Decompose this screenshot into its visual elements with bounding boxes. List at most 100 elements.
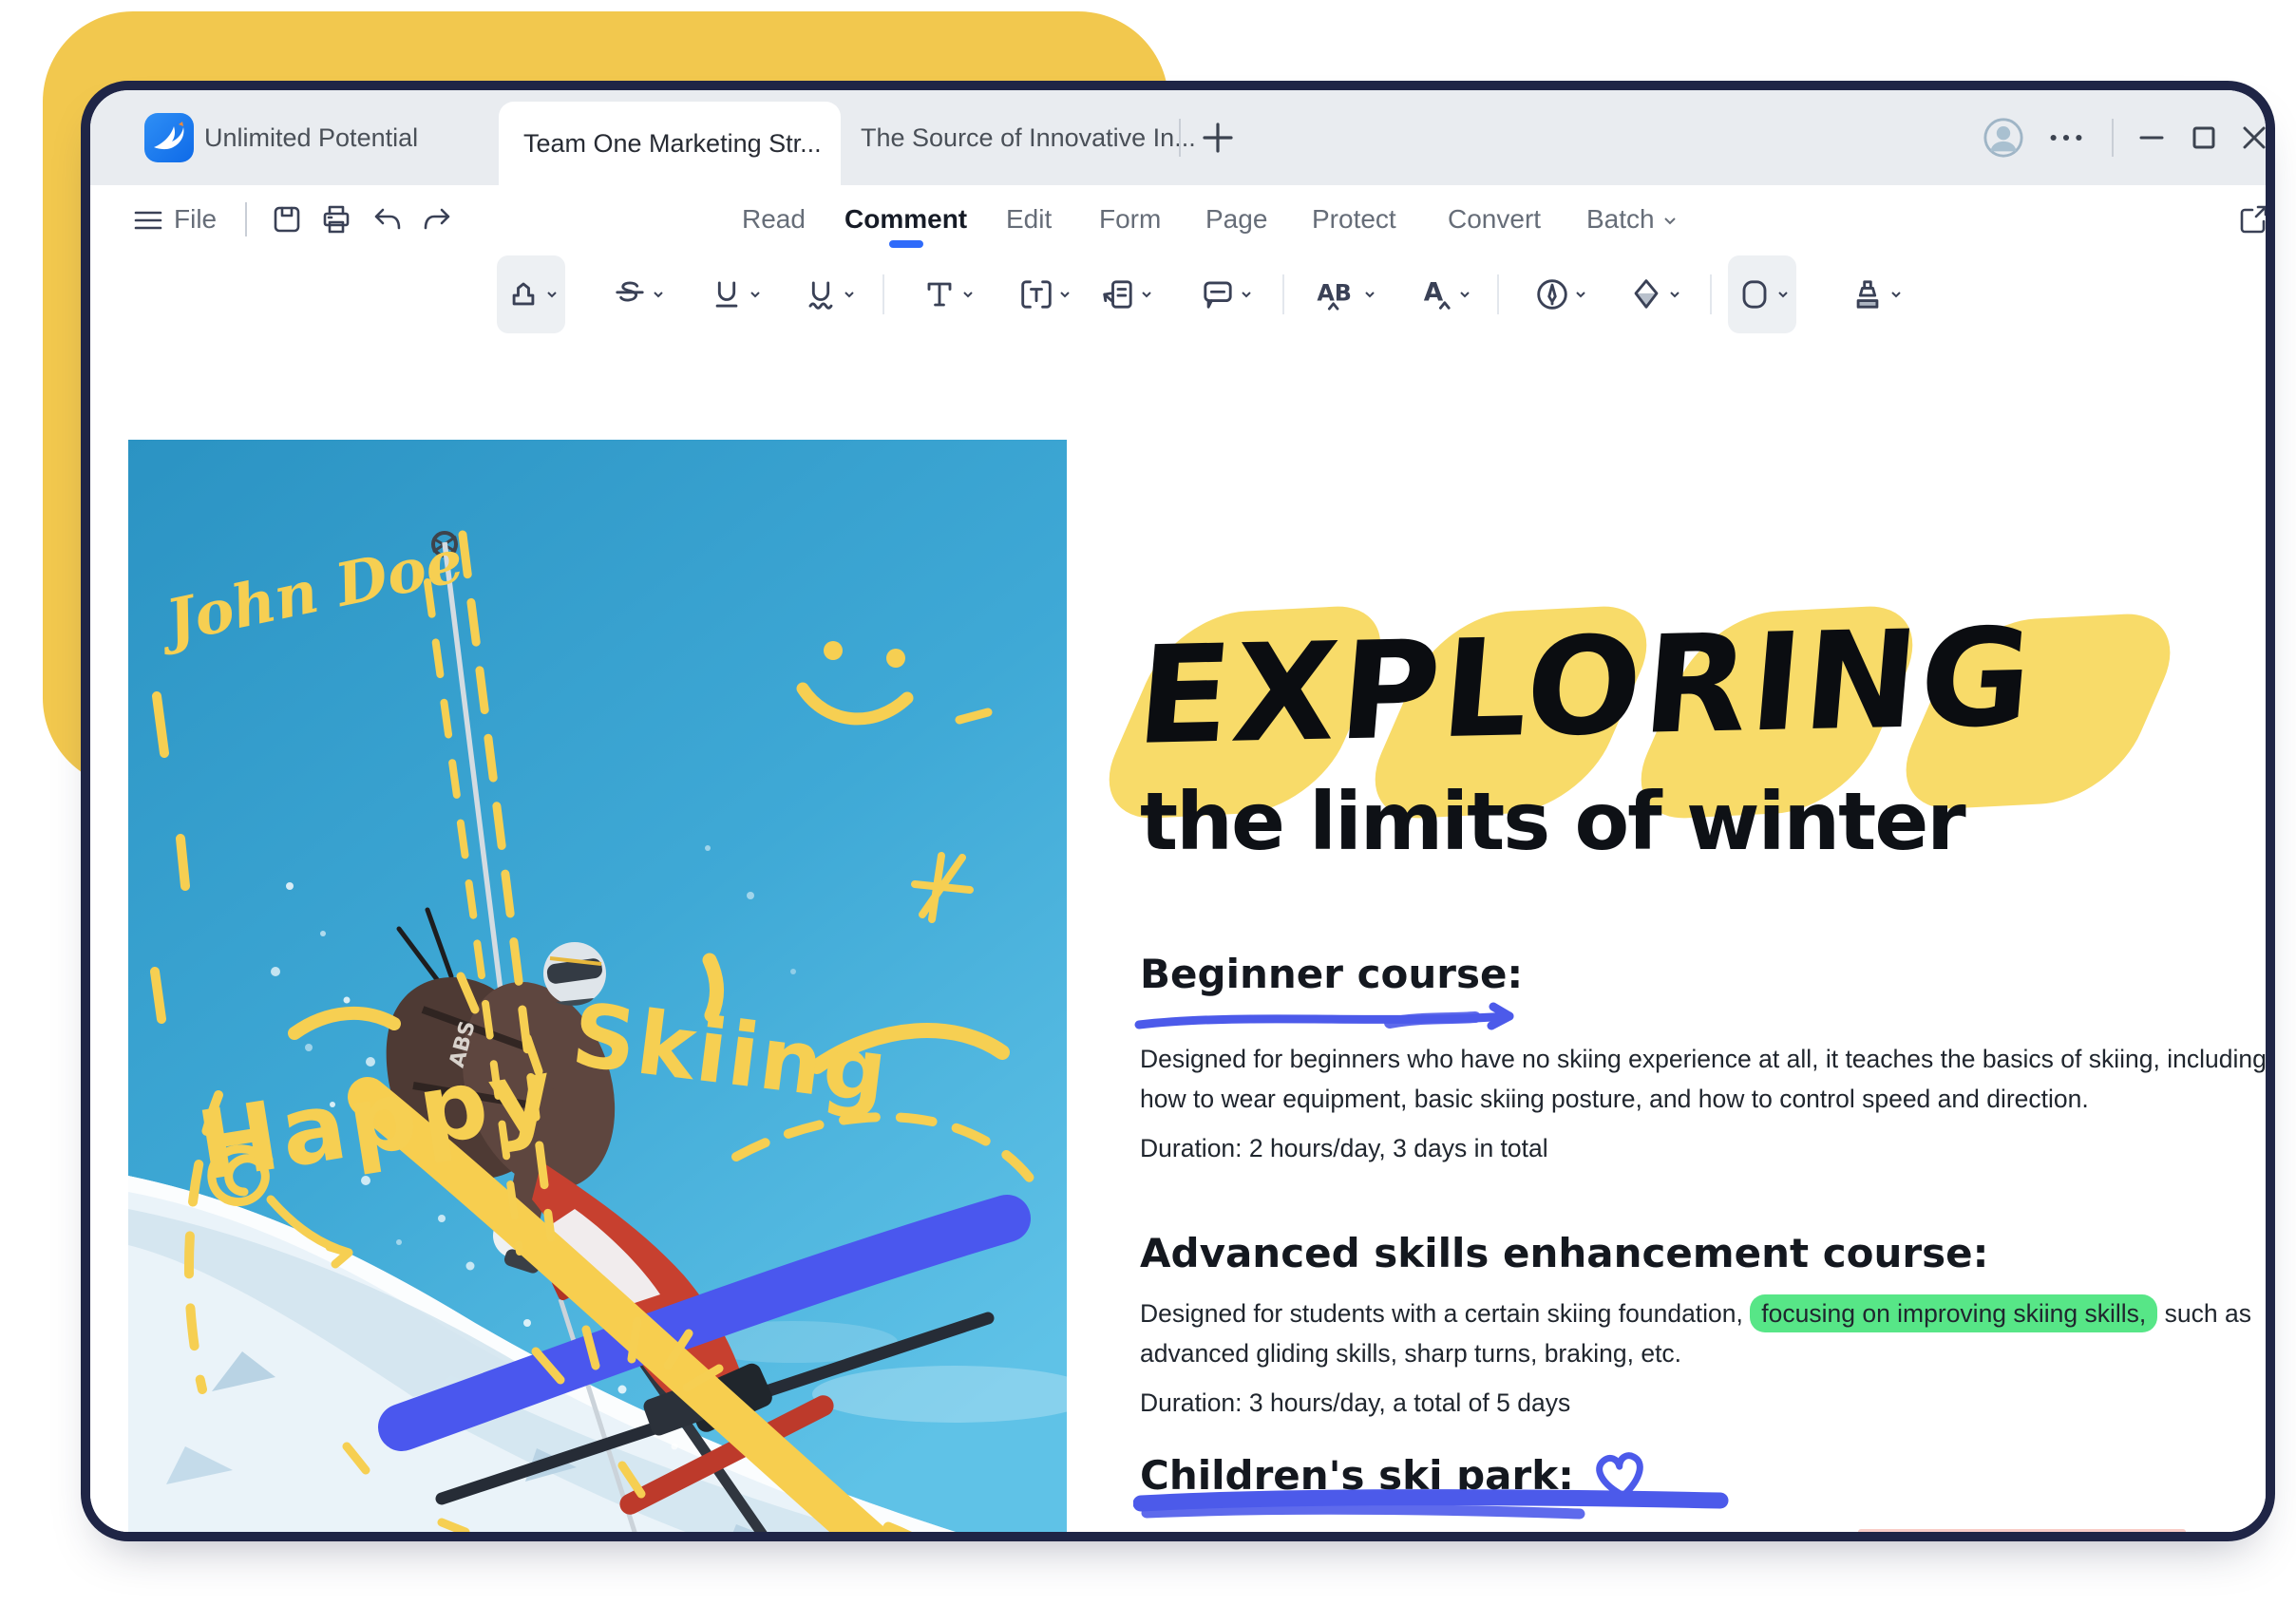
tool-highlighter[interactable] [497, 255, 565, 333]
replace-text-icon: AB [1317, 280, 1352, 311]
menu-convert[interactable]: Convert [1448, 185, 1541, 254]
tool-eraser[interactable] [1620, 255, 1688, 333]
minimize-button[interactable] [2131, 90, 2173, 185]
new-tab-button[interactable] [1197, 90, 1239, 185]
tab-bar: Unlimited Potential Team One Marketing S… [90, 90, 2266, 185]
tool-shape-rectangle[interactable] [1728, 255, 1796, 333]
ski-photo[interactable]: ABS John Doe Happy Skiing [128, 440, 1067, 1541]
svg-text:AB: AB [1317, 280, 1352, 307]
section-body: Designed for beginners who have no skiin… [1140, 1045, 2267, 1113]
annotation-toolbar: AB A [90, 254, 2266, 337]
tool-text-box[interactable] [1010, 255, 1078, 333]
avatar-icon [1983, 118, 2023, 158]
toolbar-divider [1710, 274, 1712, 314]
shape-rectangle-icon [1742, 280, 1767, 309]
print-button[interactable] [318, 201, 354, 237]
section-duration: Duration: 3 hours/day, a total of 5 days [1140, 1388, 1571, 1417]
svg-text:A: A [1424, 278, 1444, 308]
tab-source-innovative[interactable]: The Source of Innovative In... [861, 90, 1196, 185]
menu-batch-label: Batch [1586, 204, 1655, 234]
chevron-down-icon[interactable] [1362, 287, 1377, 302]
page: { "colors": { "backdrop_yellow": "#F2C84… [0, 0, 2296, 1624]
text-box-icon [1021, 280, 1052, 309]
tool-strikethrough[interactable] [603, 255, 672, 333]
chevron-down-icon[interactable] [1139, 287, 1154, 302]
tool-replace-text[interactable]: AB [1307, 255, 1383, 333]
doc-title-top: EXPLORING [1131, 599, 2041, 775]
tool-note-comment[interactable] [1191, 255, 1260, 333]
blue-arrow-underline[interactable] [1133, 1002, 1544, 1036]
blue-brush-underline[interactable] [1133, 1488, 1741, 1526]
undo-icon [374, 208, 401, 230]
close-icon [2243, 126, 2266, 149]
pink-highlighted-text[interactable]: allow children to learn to ski [1857, 1529, 2187, 1532]
tool-insert-text[interactable] [913, 255, 981, 333]
menu-comment[interactable]: Comment [844, 185, 967, 254]
underline-icon [715, 281, 738, 308]
account-button[interactable] [1983, 90, 2024, 185]
minimize-icon [2139, 136, 2164, 140]
pencil-circle-icon [1537, 279, 1567, 310]
stamp-icon [1856, 280, 1879, 309]
body-run: and have fun in a safe environment. [1140, 1532, 2235, 1541]
chevron-down-icon[interactable] [1775, 287, 1791, 302]
menu-protect[interactable]: Protect [1312, 185, 1396, 254]
print-icon [323, 205, 350, 234]
section-advanced: Advanced skills enhancement course: Desi… [1140, 1230, 2266, 1423]
body-run: Ski lessons designed for children, with … [1140, 1532, 1858, 1541]
tool-pencil[interactable] [1526, 255, 1594, 333]
undo-button[interactable] [370, 201, 406, 237]
redo-button[interactable] [419, 201, 455, 237]
insert-text-icon [927, 282, 952, 307]
chevron-down-icon[interactable] [960, 287, 976, 302]
menu-divider [245, 202, 247, 236]
green-highlighted-text[interactable]: focusing on improving skiing skills, [1750, 1294, 2158, 1332]
chevron-down-icon[interactable] [748, 287, 763, 302]
menu-read[interactable]: Read [742, 185, 806, 254]
chevron-down-icon[interactable] [1057, 287, 1072, 302]
tool-underline[interactable] [700, 255, 768, 333]
callout-icon [1103, 280, 1132, 309]
tool-callout[interactable] [1091, 255, 1160, 333]
more-ellipsis-icon [2050, 134, 2082, 142]
chevron-down-icon[interactable] [544, 287, 560, 302]
open-external-button[interactable] [2235, 201, 2266, 237]
tool-squiggly-underline[interactable] [794, 255, 863, 333]
save-icon [274, 206, 300, 233]
section-title: Beginner course: [1140, 951, 1524, 997]
more-menu-button[interactable] [2045, 90, 2087, 185]
file-menu[interactable]: File [174, 185, 217, 254]
menu-batch[interactable]: Batch [1586, 185, 1678, 254]
menu-bar: File Read Comment Edit Form Page Protect… [90, 185, 2266, 254]
toolbar-divider [1497, 274, 1499, 314]
toolbar-divider [882, 274, 884, 314]
tab-label: Team One Marketing Str... [523, 128, 822, 158]
swallow-logo-icon [154, 122, 184, 150]
hamburger-icon [134, 211, 162, 230]
open-external-icon [2240, 205, 2266, 234]
close-window-button[interactable] [2233, 90, 2266, 185]
tool-insert-caret[interactable]: A [1410, 255, 1478, 333]
tab-unlimited-potential[interactable]: Unlimited Potential [204, 90, 418, 185]
chevron-down-icon[interactable] [1573, 287, 1588, 302]
squiggly-underline-icon [808, 281, 833, 310]
chevron-down-icon[interactable] [1457, 287, 1472, 302]
tool-stamp[interactable] [1841, 255, 1909, 333]
menu-edit[interactable]: Edit [1006, 185, 1052, 254]
menu-page[interactable]: Page [1205, 185, 1267, 254]
highlighter-icon [512, 282, 535, 306]
eraser-icon [1634, 279, 1659, 309]
strikethrough-icon [616, 281, 644, 302]
chevron-down-icon[interactable] [1667, 287, 1682, 302]
insert-caret-icon: A [1424, 278, 1451, 310]
document-page[interactable]: ABS John Doe Happy Skiing EXPLORING the … [90, 335, 2266, 1532]
maximize-button[interactable] [2183, 90, 2225, 185]
chevron-down-icon[interactable] [842, 287, 857, 302]
chevron-down-icon[interactable] [1888, 287, 1904, 302]
chevron-down-icon[interactable] [651, 287, 666, 302]
save-button[interactable] [269, 201, 305, 237]
menu-form[interactable]: Form [1099, 185, 1161, 254]
chevron-down-icon[interactable] [1239, 287, 1254, 302]
main-menu-button[interactable] [130, 202, 166, 238]
tab-team-one-marketing[interactable]: Team One Marketing Str... [499, 102, 841, 185]
